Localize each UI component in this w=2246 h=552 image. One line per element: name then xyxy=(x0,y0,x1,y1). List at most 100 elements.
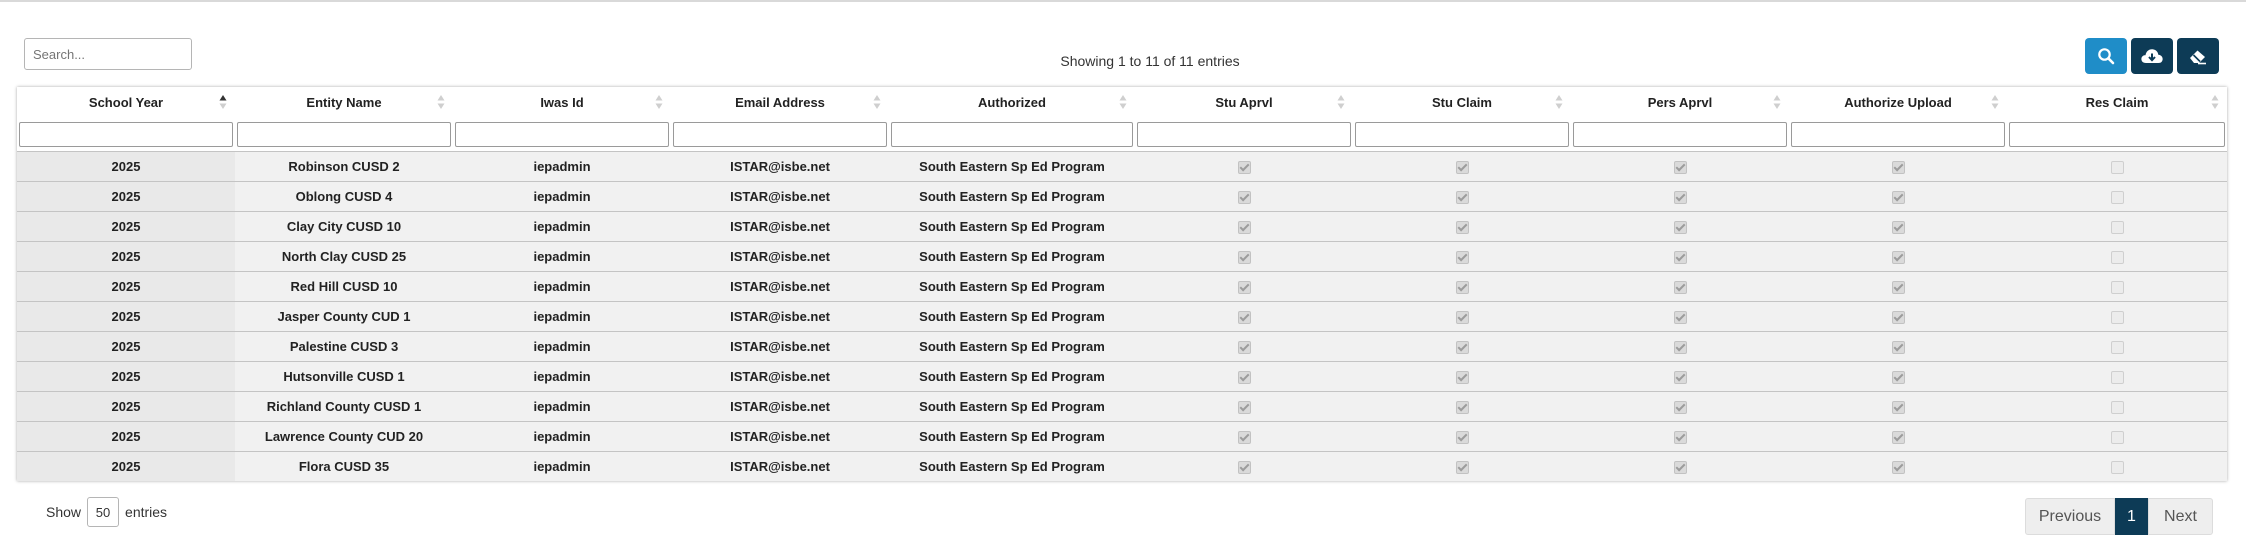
cell-iwas-id: iepadmin xyxy=(453,421,671,452)
stu-claim-checkbox xyxy=(1455,281,1469,295)
checkbox-cell xyxy=(1789,151,2007,182)
filter-input-authorized[interactable] xyxy=(891,121,1133,147)
authorize-upload-checkbox xyxy=(1891,161,1905,175)
stu-claim-checkbox xyxy=(1455,251,1469,265)
column-label: Authorize Upload xyxy=(1844,94,1952,110)
filter-input-pers-aprvl[interactable] xyxy=(1573,121,1787,147)
stu-claim-checkbox xyxy=(1455,161,1469,175)
cell-school-year: 2025 xyxy=(17,181,235,212)
cloud-download-icon xyxy=(2141,49,2163,63)
column-header-stu-claim[interactable]: Stu Claim xyxy=(1353,87,1571,117)
pers-aprvl-checkbox xyxy=(1673,341,1687,355)
column-header-res-claim[interactable]: Res Claim xyxy=(2007,87,2227,117)
column-header-iwas-id[interactable]: Iwas Id xyxy=(453,87,671,117)
column-header-stu-aprvl[interactable]: Stu Aprvl xyxy=(1135,87,1353,117)
filter-input-iwas-id[interactable] xyxy=(455,121,669,147)
filter-input-entity-name[interactable] xyxy=(237,121,451,147)
cell-email-address: ISTAR@isbe.net xyxy=(671,181,889,212)
table-body: 2025 Robinson CUSD 2 iepadmin ISTAR@isbe.ne… xyxy=(17,151,2227,481)
sort-icon xyxy=(2211,95,2219,109)
header-row: School Year Entity Name Iwas Id Email Ad… xyxy=(17,87,2227,117)
filter-input-res-claim[interactable] xyxy=(2009,121,2225,147)
download-button[interactable] xyxy=(2131,38,2173,74)
column-header-authorize-upload[interactable]: Authorize Upload xyxy=(1789,87,2007,117)
length-control: Show 50 entries xyxy=(46,497,167,527)
filter-input-school-year[interactable] xyxy=(19,121,233,147)
checkbox-cell xyxy=(1353,361,1571,392)
checkbox-cell xyxy=(1789,181,2007,212)
checkbox-cell xyxy=(1789,331,2007,362)
cell-email-address: ISTAR@isbe.net xyxy=(671,271,889,302)
table-row: 2025 Flora CUSD 35 iepadmin ISTAR@isbe.net S… xyxy=(17,451,2227,481)
cell-authorized: South Eastern Sp Ed Program xyxy=(889,271,1135,302)
filter-input-stu-claim[interactable] xyxy=(1355,121,1569,147)
cell-authorized: South Eastern Sp Ed Program xyxy=(889,301,1135,332)
res-claim-checkbox xyxy=(2110,251,2124,265)
checkbox-cell xyxy=(1789,301,2007,332)
column-header-entity-name[interactable]: Entity Name xyxy=(235,87,453,117)
checkbox-cell xyxy=(1571,301,1789,332)
filter-input-stu-aprvl[interactable] xyxy=(1137,121,1351,147)
clear-filters-button[interactable] xyxy=(2177,38,2219,74)
cell-entity-name: Clay City CUSD 10 xyxy=(235,211,453,242)
table-row: 2025 Red Hill CUSD 10 iepadmin ISTAR@isbe.n… xyxy=(17,271,2227,302)
cell-email-address: ISTAR@isbe.net xyxy=(671,421,889,452)
checkbox-cell xyxy=(2007,241,2227,272)
checkbox-cell xyxy=(2007,151,2227,182)
cell-entity-name: Hutsonville CUSD 1 xyxy=(235,361,453,392)
checkbox-cell xyxy=(2007,361,2227,392)
cell-entity-name: North Clay CUSD 25 xyxy=(235,241,453,272)
cell-school-year: 2025 xyxy=(17,331,235,362)
cell-iwas-id: iepadmin xyxy=(453,151,671,182)
checkbox-cell xyxy=(1789,451,2007,481)
search-button[interactable] xyxy=(2085,38,2127,74)
checkbox-cell xyxy=(1571,331,1789,362)
cell-iwas-id: iepadmin xyxy=(453,211,671,242)
cell-entity-name: Jasper County CUD 1 xyxy=(235,301,453,332)
cell-email-address: ISTAR@isbe.net xyxy=(671,241,889,272)
checkbox-cell xyxy=(1135,391,1353,422)
checkbox-cell xyxy=(1789,421,2007,452)
res-claim-checkbox xyxy=(2110,191,2124,205)
column-label: Stu Claim xyxy=(1432,94,1492,110)
column-label: Iwas Id xyxy=(540,94,584,110)
sort-icon xyxy=(1337,95,1345,109)
cell-school-year: 2025 xyxy=(17,451,235,481)
authorize-upload-checkbox xyxy=(1891,431,1905,445)
checkbox-cell xyxy=(1135,181,1353,212)
column-header-pers-aprvl[interactable]: Pers Aprvl xyxy=(1571,87,1789,117)
cell-authorized: South Eastern Sp Ed Program xyxy=(889,211,1135,242)
column-header-authorized[interactable]: Authorized xyxy=(889,87,1135,117)
sort-icon xyxy=(873,95,881,109)
checkbox-cell xyxy=(2007,181,2227,212)
cell-school-year: 2025 xyxy=(17,271,235,302)
column-header-email-address[interactable]: Email Address xyxy=(671,87,889,117)
res-claim-checkbox xyxy=(2110,341,2124,355)
stu-aprvl-checkbox xyxy=(1237,221,1251,235)
column-label: Res Claim xyxy=(2085,94,2149,110)
stu-aprvl-checkbox xyxy=(1237,371,1251,385)
authorize-upload-checkbox xyxy=(1891,341,1905,355)
column-header-school-year[interactable]: School Year xyxy=(17,87,235,117)
authorize-upload-checkbox xyxy=(1891,251,1905,265)
cell-entity-name: Flora CUSD 35 xyxy=(235,451,453,481)
previous-button[interactable]: Previous xyxy=(2025,498,2115,535)
filter-input-authorize-upload[interactable] xyxy=(1791,121,2005,147)
search-input[interactable] xyxy=(24,38,192,70)
stu-aprvl-checkbox xyxy=(1237,191,1251,205)
cell-authorized: South Eastern Sp Ed Program xyxy=(889,151,1135,182)
authorize-upload-checkbox xyxy=(1891,191,1905,205)
checkbox-cell xyxy=(1789,211,2007,242)
stu-aprvl-checkbox xyxy=(1237,251,1251,265)
filter-input-email-address[interactable] xyxy=(673,121,887,147)
page-length-select[interactable]: 50 xyxy=(87,497,120,527)
sort-icon xyxy=(437,95,445,109)
next-button[interactable]: Next xyxy=(2148,498,2213,535)
length-entries-label: entries xyxy=(125,504,168,520)
toolbar xyxy=(2085,38,2219,74)
page-button-current[interactable]: 1 xyxy=(2115,498,2148,535)
filter-row xyxy=(17,117,2227,152)
cell-iwas-id: iepadmin xyxy=(453,391,671,422)
cell-email-address: ISTAR@isbe.net xyxy=(671,361,889,392)
checkbox-cell xyxy=(2007,331,2227,362)
